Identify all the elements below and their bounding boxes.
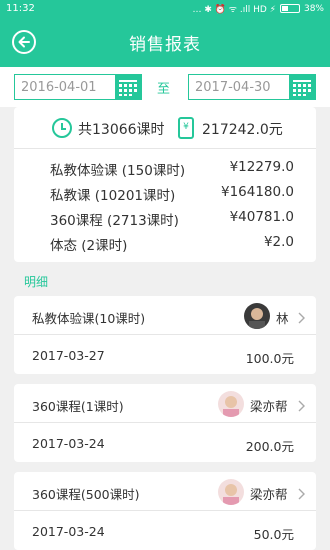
- start-date-value: 2016-04-01: [21, 79, 97, 95]
- record-card[interactable]: 私教体验课(10课时) 林 2017-03-27 100.0元: [14, 296, 316, 374]
- page-title: 销售报表: [129, 34, 201, 55]
- sales-summary-card: 共13066课时 ¥ 217242.0元 私教体验课 (150课时) ¥1227…: [14, 107, 316, 262]
- record-header: 私教体验课(10课时) 林: [14, 296, 316, 335]
- yuan-tag-icon: ¥: [178, 117, 194, 139]
- category-amount: ¥164180.0: [220, 184, 294, 200]
- category-label: 私教体验课 (150课时): [50, 163, 186, 179]
- status-icons: … ✱ ⏰ ᯤ .ıll HD ⚡ 38%: [192, 2, 324, 16]
- chevron-right-icon[interactable]: [298, 397, 306, 416]
- category-amount: ¥2.0: [263, 234, 294, 250]
- coach-name: 林: [276, 311, 289, 326]
- category-label: 私教课 (10201课时): [50, 188, 176, 204]
- category-label: 360课程 (2713课时): [50, 213, 179, 229]
- battery-percent: 38%: [303, 3, 324, 14]
- record-header: 360课程(1课时) 梁亦帮: [14, 384, 316, 423]
- record-course: 私教体验课(10课时): [32, 311, 146, 326]
- avatar: [218, 479, 244, 505]
- category-row: 360课程 (2713课时) ¥40781.0: [50, 209, 294, 233]
- date-separator: 至: [157, 82, 171, 97]
- record-card[interactable]: 360课程(500课时) 梁亦帮 2017-03-24 50.0元: [14, 472, 316, 550]
- clock-icon: [52, 118, 72, 138]
- status-indicator-icons: … ✱ ⏰ ᯤ .ıll HD ⚡: [192, 5, 276, 15]
- record-amount: 50.0元: [253, 527, 294, 542]
- avatar: [244, 303, 270, 329]
- avatar: [218, 391, 244, 417]
- status-bar: 11:32 … ✱ ⏰ ᯤ .ıll HD ⚡ 38%: [0, 0, 330, 17]
- record-card[interactable]: 360课程(1课时) 梁亦帮 2017-03-24 200.0元: [14, 384, 316, 462]
- chevron-right-icon[interactable]: [298, 485, 306, 504]
- record-date: 2017-03-27: [32, 348, 105, 363]
- calendar-icon[interactable]: [115, 75, 141, 99]
- total-hours: 共13066课时: [78, 122, 165, 138]
- record-date: 2017-03-24: [32, 436, 105, 451]
- coach-name: 梁亦帮: [250, 399, 288, 414]
- record-amount: 100.0元: [245, 351, 294, 366]
- start-date-field[interactable]: 2016-04-01: [14, 74, 142, 100]
- end-date-value: 2017-04-30: [195, 79, 271, 95]
- coach-name: 梁亦帮: [250, 487, 288, 502]
- category-label: 体态 (2课时): [50, 238, 128, 254]
- category-row: 体态 (2课时) ¥2.0: [50, 234, 294, 258]
- record-course: 360课程(500课时): [32, 487, 140, 502]
- total-amount: 217242.0元: [202, 122, 283, 138]
- end-date-field[interactable]: 2017-04-30: [188, 74, 316, 100]
- category-amount: ¥12279.0: [229, 159, 294, 175]
- record-date: 2017-03-24: [32, 524, 105, 539]
- calendar-icon[interactable]: [289, 75, 315, 99]
- status-time: 11:32: [6, 3, 35, 14]
- category-row: 私教课 (10201课时) ¥164180.0: [50, 184, 294, 208]
- app-header: 销售报表: [0, 17, 330, 67]
- back-arrow-circle-icon[interactable]: [12, 30, 36, 54]
- category-row: 私教体验课 (150课时) ¥12279.0: [50, 159, 294, 183]
- record-course: 360课程(1课时): [32, 399, 124, 414]
- chevron-right-icon[interactable]: [298, 309, 306, 328]
- date-range-bar: 2016-04-01 至 2017-04-30: [0, 67, 330, 107]
- record-amount: 200.0元: [245, 439, 294, 454]
- record-header: 360课程(500课时) 梁亦帮: [14, 472, 316, 511]
- detail-heading: 明细: [24, 275, 49, 289]
- summary-totals: 共13066课时 ¥ 217242.0元: [14, 107, 316, 149]
- category-amount: ¥40781.0: [229, 209, 294, 225]
- battery-icon: [279, 4, 300, 13]
